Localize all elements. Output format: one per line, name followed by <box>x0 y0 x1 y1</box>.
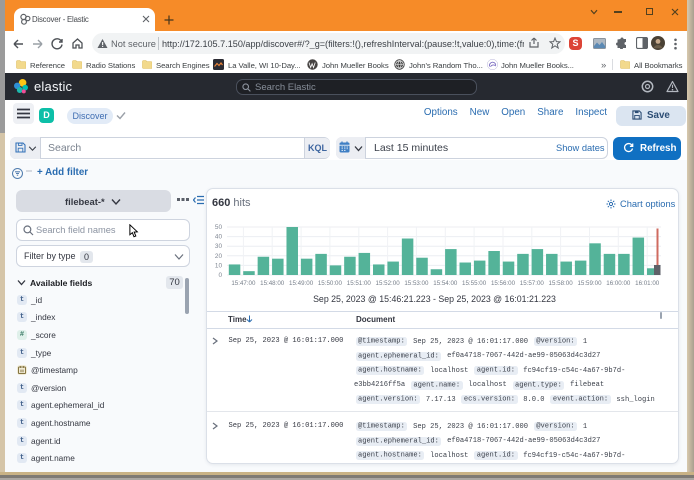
svg-text:15:49:00: 15:49:00 <box>289 280 314 287</box>
svg-text:15:59:00: 15:59:00 <box>577 280 602 287</box>
svg-text:40: 40 <box>215 234 223 241</box>
svg-text:15:51:00: 15:51:00 <box>347 280 372 287</box>
svg-text:15:54:00: 15:54:00 <box>433 280 458 287</box>
svg-text:15:48:00: 15:48:00 <box>260 280 285 287</box>
svg-text:15:58:00: 15:58:00 <box>549 280 574 287</box>
svg-text:15:50:00: 15:50:00 <box>318 280 343 287</box>
svg-text:16:00:00: 16:00:00 <box>606 280 631 287</box>
svg-text:15:57:00: 15:57:00 <box>520 280 545 287</box>
svg-text:15:52:00: 15:52:00 <box>376 280 401 287</box>
svg-text:10: 10 <box>215 262 223 269</box>
svg-text:50: 50 <box>215 224 223 231</box>
svg-text:15:55:00: 15:55:00 <box>462 280 487 287</box>
svg-text:16:01:00: 16:01:00 <box>635 280 660 287</box>
svg-text:20: 20 <box>215 253 223 260</box>
svg-text:15:47:00: 15:47:00 <box>231 280 256 287</box>
svg-text:15:56:00: 15:56:00 <box>491 280 516 287</box>
svg-text:0: 0 <box>218 272 222 279</box>
svg-text:30: 30 <box>215 243 223 250</box>
svg-text:15:53:00: 15:53:00 <box>404 280 429 287</box>
